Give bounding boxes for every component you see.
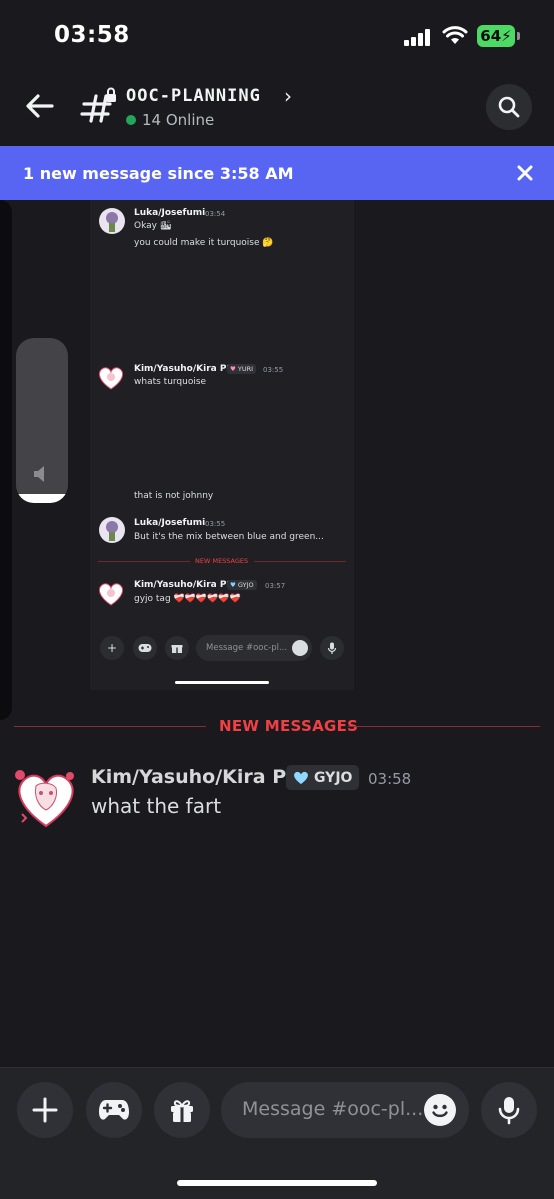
new-messages-divider-line	[348, 726, 540, 727]
mini-emoji-icon	[292, 640, 308, 656]
mini-author: Luka/Josefumi	[134, 208, 206, 218]
mini-role-badge: ♥ YURI	[227, 364, 257, 374]
new-messages-divider-label: NEW MESSAGES	[219, 717, 359, 735]
mini-message-line: gyjo tag ❤️‍🩹❤️‍🩹❤️‍🩹❤️‍🩹❤️‍🩹❤️‍🩹	[134, 594, 241, 604]
mini-time: 03:57	[265, 582, 286, 590]
mini-plus-icon: +	[100, 636, 124, 660]
mini-divider-line	[98, 561, 190, 562]
banner-text: 1 new message since 3:58 AM	[23, 163, 294, 183]
mini-divider-line	[254, 561, 346, 562]
mini-avatar	[99, 517, 125, 543]
screen-edge-shadow	[0, 200, 12, 720]
gift-button[interactable]	[154, 1082, 210, 1138]
mini-message-line: But it's the mix between blue and green.…	[134, 532, 324, 542]
mini-avatar	[97, 580, 124, 606]
mini-author: Kim/Yasuho/Kira P8	[134, 580, 233, 590]
search-button[interactable]	[486, 84, 532, 130]
hash-lock-icon	[80, 87, 116, 123]
add-attachment-button[interactable]	[17, 1082, 73, 1138]
mini-divider-label: NEW MESSAGES	[195, 557, 249, 565]
chevron-right-icon[interactable]: ›	[284, 84, 292, 108]
emoji-button[interactable]	[424, 1094, 456, 1126]
gift-icon	[171, 1100, 193, 1122]
message-timestamp: 03:58	[368, 770, 412, 788]
volume-icon	[34, 466, 44, 482]
mini-role-badge: ♥ GYJO	[227, 580, 257, 590]
status-time: 03:58	[54, 22, 130, 48]
mini-author: Luka/Josefumi	[134, 518, 206, 528]
role-badge-label: GYJO	[314, 769, 353, 786]
mini-time: 03:54	[205, 210, 226, 218]
gamepad-icon	[99, 1100, 129, 1120]
role-badge[interactable]: GYJO	[286, 765, 360, 790]
heart-icon	[294, 771, 308, 784]
mini-message-line: you could make it turquoise 🤔	[134, 238, 274, 248]
mini-time: 03:55	[263, 366, 284, 374]
message-content[interactable]: what the fart	[91, 794, 221, 818]
volume-level-fill	[16, 494, 68, 503]
plus-icon	[32, 1097, 58, 1123]
search-icon	[498, 96, 520, 118]
cellular-signal-icon	[404, 28, 432, 46]
battery-level: 64	[480, 27, 502, 45]
mini-author: Kim/Yasuho/Kira P8	[134, 364, 233, 374]
mini-message-line: that is not johnny	[134, 491, 214, 501]
back-arrow-icon[interactable]	[24, 90, 56, 122]
activities-button[interactable]	[86, 1082, 142, 1138]
mini-microphone-icon	[320, 636, 344, 660]
close-icon[interactable]	[515, 163, 535, 183]
attached-screenshot[interactable]	[90, 200, 354, 690]
mini-home-indicator	[175, 681, 269, 684]
mini-input-placeholder: Message #ooc-pl...	[206, 643, 288, 653]
mini-avatar	[97, 364, 124, 390]
voice-message-button[interactable]	[481, 1082, 537, 1138]
mini-message-line: whats turquoise	[134, 377, 207, 387]
mini-message-line: Okay 🏙	[134, 221, 172, 231]
mini-avatar	[99, 208, 125, 234]
new-messages-divider-line	[14, 726, 206, 727]
mini-badge-label: GYJO	[237, 581, 254, 589]
volume-hud	[16, 338, 68, 503]
wifi-icon	[442, 26, 468, 44]
new-message-banner[interactable]: 1 new message since 3:58 AM	[0, 146, 554, 200]
mini-badge-label: YURI	[237, 365, 254, 373]
battery-indicator: 64 ⚡	[477, 25, 515, 47]
mini-gamepad-icon	[133, 636, 157, 660]
message-author[interactable]: Kim/Yasuho/Kira P8	[91, 766, 299, 788]
emoji-icon	[432, 1104, 448, 1118]
online-status-dot	[126, 115, 136, 125]
mini-gift-icon	[165, 636, 189, 660]
online-count: 14 Online	[142, 111, 215, 129]
battery-tip	[517, 32, 520, 40]
mini-time: 03:55	[205, 520, 226, 528]
home-indicator[interactable]	[177, 1180, 377, 1186]
microphone-icon	[498, 1097, 520, 1125]
channel-title[interactable]: OOC-PLANNING	[126, 86, 261, 106]
avatar[interactable]	[14, 766, 78, 830]
message-input-placeholder: Message #ooc-pl...	[242, 1098, 424, 1120]
